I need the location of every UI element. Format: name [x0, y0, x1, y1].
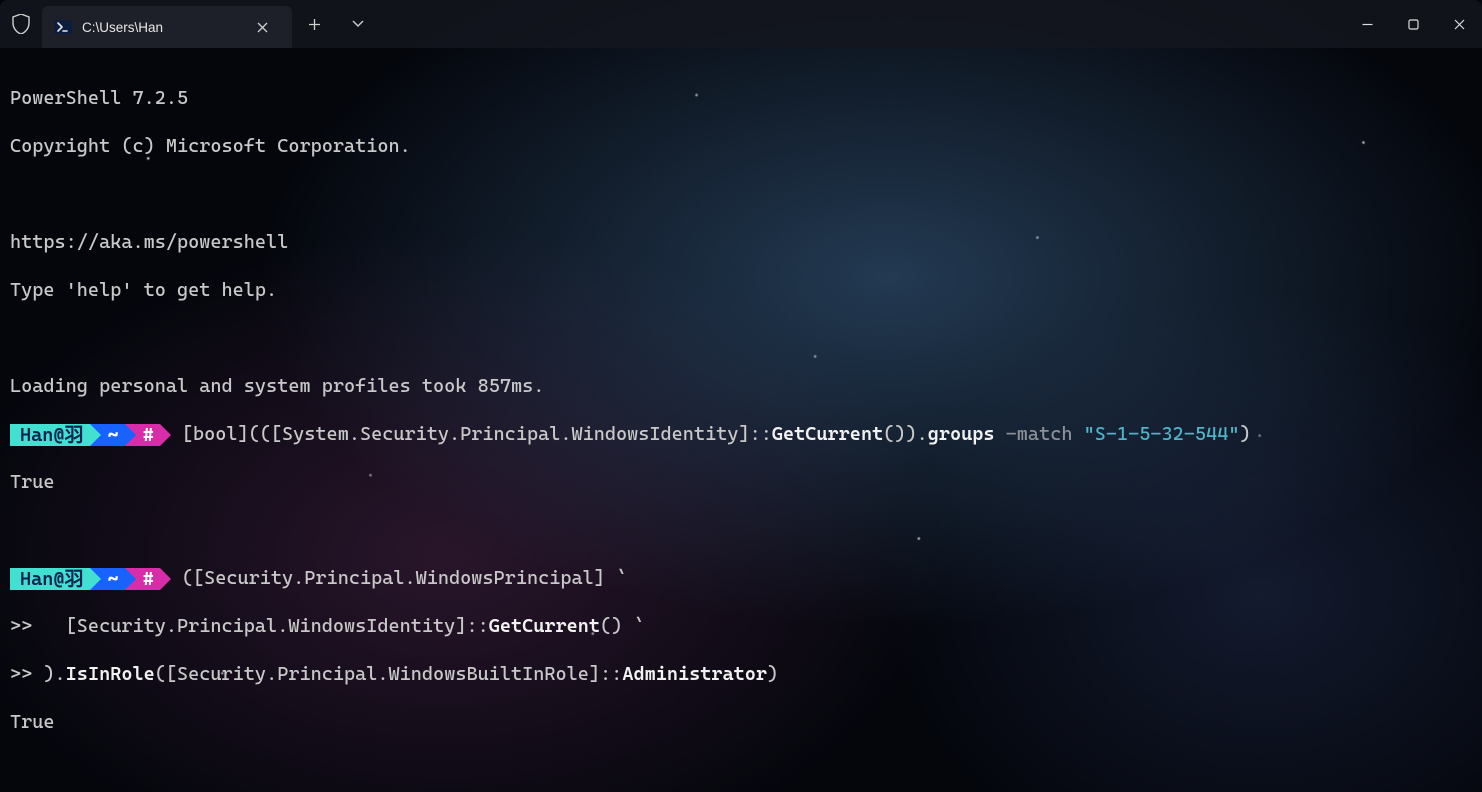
blank-line	[10, 326, 1472, 350]
banner-line: Loading personal and system profiles too…	[10, 374, 1472, 398]
cmd-text: [Security.Principal.WindowsIdentity]	[32, 615, 466, 637]
cmd-text: Administrator	[622, 663, 767, 685]
blank-line	[10, 758, 1472, 782]
titlebar: C:\Users\Han	[0, 0, 1482, 48]
prompt-user-segment: Han@羽	[10, 568, 90, 590]
continuation-marker: >>	[10, 663, 32, 685]
cmd-text: ()).	[883, 423, 928, 445]
window-controls	[1344, 0, 1482, 48]
prompt-line: Han@羽 ~ # [bool](([System.Security.Principa…	[10, 422, 1472, 446]
new-tab-button[interactable]	[292, 0, 336, 48]
cmd-text: -match	[995, 423, 1084, 445]
titlebar-left: C:\Users\Han	[0, 0, 292, 48]
cmd-text: ::	[750, 423, 772, 445]
cmd-text: IsInRole	[66, 663, 155, 685]
blank-line	[10, 518, 1472, 542]
cmd-text: groups	[928, 423, 995, 445]
tab-close-button[interactable]	[248, 13, 276, 41]
cmd-text: ([Security.Principal.WindowsBuiltInRole]	[155, 663, 600, 685]
cmd-text: () `	[600, 615, 645, 637]
prompt-user: Han@羽	[20, 567, 84, 591]
prompt-symbol: #	[143, 567, 154, 591]
cmd-text: ([Security.Principal.WindowsPrincipal] `	[182, 567, 627, 589]
minimize-button[interactable]	[1344, 0, 1390, 48]
prompt-line: Han@羽 ~ # ([Security.Principal.WindowsPrinc…	[10, 566, 1472, 590]
admin-shield-icon	[0, 14, 42, 34]
cmd-text: ::	[600, 663, 622, 685]
cmd-text: GetCurrent	[772, 423, 883, 445]
titlebar-actions	[292, 0, 380, 48]
prompt-user-segment: Han@羽	[10, 424, 90, 446]
banner-line: https://aka.ms/powershell	[10, 230, 1472, 254]
tab-title: C:\Users\Han	[82, 20, 238, 35]
cmd-text: ::	[466, 615, 488, 637]
cmd-text: )	[767, 663, 778, 685]
cmd-text: )	[1239, 423, 1250, 445]
cmd-text: ).	[43, 663, 65, 685]
cmd-text: GetCurrent	[489, 615, 600, 637]
tab-active[interactable]: C:\Users\Han	[42, 6, 292, 48]
blank-line	[10, 182, 1472, 206]
powershell-icon	[54, 18, 72, 36]
banner-line: Copyright (c) Microsoft Corporation.	[10, 134, 1472, 158]
titlebar-drag-region[interactable]	[380, 0, 1344, 48]
prompt-user: Han@羽	[20, 423, 84, 447]
prompt-path: ~	[108, 567, 119, 591]
tab-dropdown-button[interactable]	[336, 0, 380, 48]
cmd-text: "S-1-5-32-544"	[1084, 423, 1240, 445]
continuation-line: >> [Security.Principal.WindowsIdentity]:…	[10, 614, 1472, 638]
banner-line: PowerShell 7.2.5	[10, 86, 1472, 110]
prompt-symbol: #	[143, 423, 154, 447]
continuation-marker: >>	[10, 615, 32, 637]
terminal-viewport[interactable]: PowerShell 7.2.5 Copyright (c) Microsoft…	[0, 48, 1482, 792]
prompt-path: ~	[108, 423, 119, 447]
cmd-text: [bool](([System.Security.Principal.Windo…	[182, 423, 750, 445]
continuation-line: >> ).IsInRole([Security.Principal.Window…	[10, 662, 1472, 686]
maximize-button[interactable]	[1390, 0, 1436, 48]
banner-line: Type 'help' to get help.	[10, 278, 1472, 302]
output-line: True	[10, 470, 1472, 494]
close-window-button[interactable]	[1436, 0, 1482, 48]
output-line: True	[10, 710, 1472, 734]
